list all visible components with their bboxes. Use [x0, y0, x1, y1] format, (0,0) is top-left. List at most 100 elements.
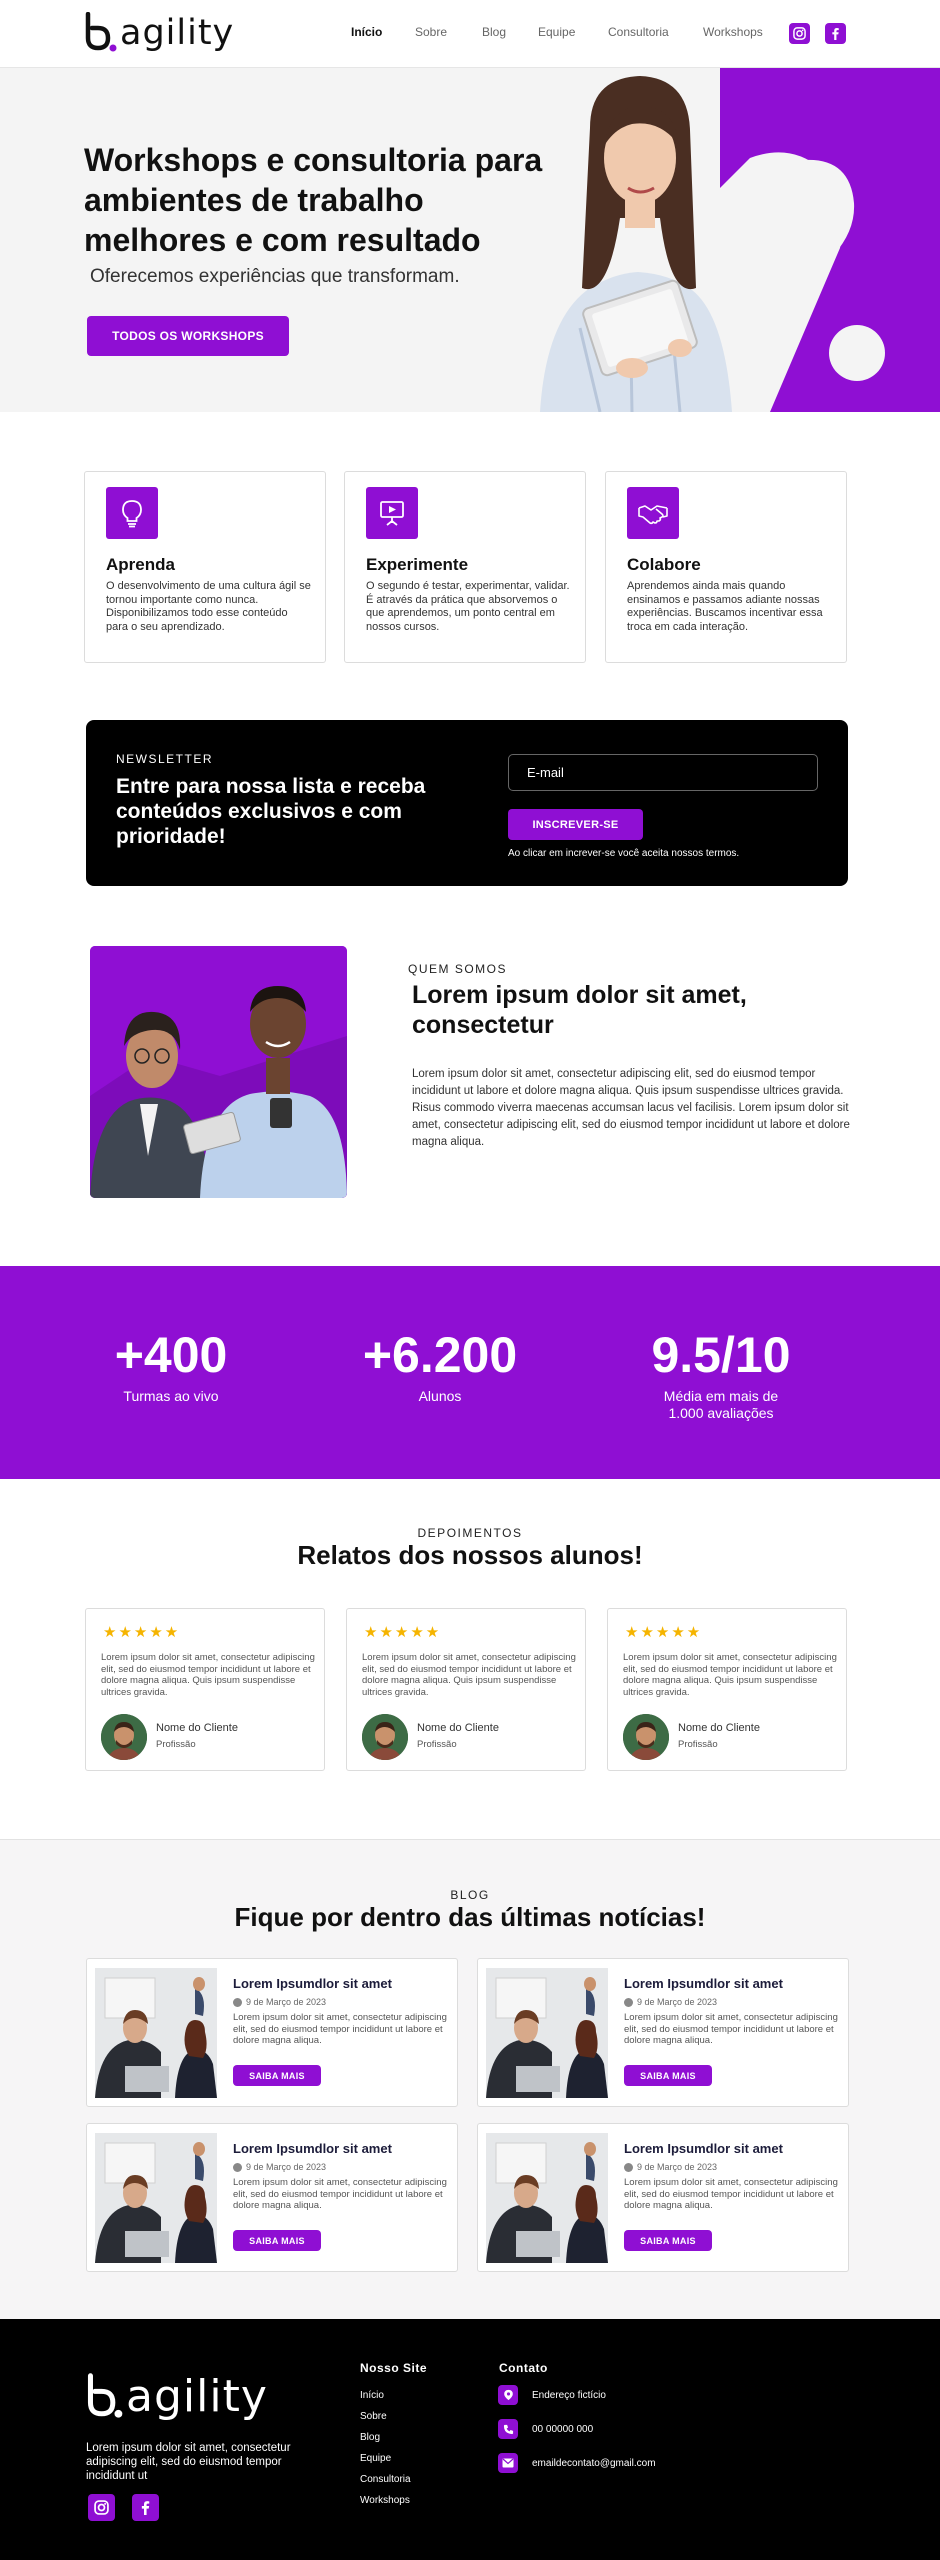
calendar-icon: [624, 2162, 633, 2172]
footer-brand-name: agility: [126, 2371, 268, 2422]
blog-image: [486, 1968, 608, 2098]
blog-card: Lorem Ipsumdlor sit amet 9 de Março de 2…: [86, 2123, 458, 2272]
blog-image: [95, 2133, 217, 2263]
client-role: Profissão: [417, 1739, 457, 1750]
feature-card-colabore: Colabore Aprendemos ainda mais quando en…: [605, 471, 847, 663]
client-role: Profissão: [156, 1739, 196, 1750]
brand-logo[interactable]: agility: [84, 12, 234, 54]
feature-icon-box: [366, 487, 418, 539]
testimonial-text: Lorem ipsum dolor sit amet, consectetur …: [362, 1652, 576, 1698]
nav-item-inicio[interactable]: Início: [351, 25, 382, 39]
newsletter-section: NEWSLETTER Entre para nossa lista e rece…: [86, 720, 848, 886]
team-photo: [90, 946, 347, 1198]
feature-card-aprenda: Aprenda O desenvolvimento de uma cultura…: [84, 471, 326, 663]
nav-item-sobre[interactable]: Sobre: [415, 25, 447, 39]
client-role: Profissão: [678, 1739, 718, 1750]
footer-link-consultoria[interactable]: Consultoria: [360, 2474, 411, 2485]
nav-item-consultoria[interactable]: Consultoria: [608, 25, 669, 39]
newsletter-kicker: NEWSLETTER: [116, 752, 214, 766]
blog-post-title[interactable]: Lorem Ipsumdlor sit amet: [624, 1976, 783, 1991]
brand-name: agility: [120, 13, 235, 53]
facebook-icon: [832, 28, 839, 40]
site-footer: agility Lorem ipsum dolor sit amet, cons…: [0, 2319, 940, 2560]
client-name: Nome do Cliente: [156, 1722, 238, 1734]
read-more-button[interactable]: SAIBA MAIS: [624, 2065, 712, 2086]
stat-alunos: +6.200 Alunos: [320, 1326, 560, 1405]
footer-link-blog[interactable]: Blog: [360, 2432, 380, 2443]
blog-date-text: 9 de Março de 2023: [637, 1997, 718, 2007]
blog-post-excerpt: Lorem ipsum dolor sit amet, consectetur …: [624, 2177, 838, 2211]
hero-subtitle: Oferecemos experiências que transformam.: [90, 266, 460, 287]
blog-post-date: 9 de Março de 2023: [624, 1997, 717, 2007]
stat-turmas: +400 Turmas ao vivo: [51, 1326, 291, 1405]
contact-phone-text: 00 00000 000: [532, 2423, 594, 2435]
nav-item-workshops[interactable]: Workshops: [703, 25, 763, 39]
avatar: [623, 1714, 669, 1760]
contact-email[interactable]: emaildecontato@gmail.com: [498, 2453, 656, 2473]
blog-date-text: 9 de Março de 2023: [246, 2162, 327, 2172]
subscribe-button[interactable]: INSCREVER-SE: [508, 809, 643, 840]
footer-description: Lorem ipsum dolor sit amet, consectetur …: [86, 2442, 291, 2482]
blog-card: Lorem Ipsumdlor sit amet 9 de Março de 2…: [477, 1958, 849, 2107]
blog-post-title[interactable]: Lorem Ipsumdlor sit amet: [624, 2141, 783, 2156]
footer-link-workshops[interactable]: Workshops: [360, 2495, 410, 2506]
footer-link-sobre[interactable]: Sobre: [360, 2411, 387, 2422]
about-image: [90, 946, 347, 1198]
read-more-button[interactable]: SAIBA MAIS: [624, 2230, 712, 2251]
stats-section: +400 Turmas ao vivo +6.200 Alunos 9.5/10…: [0, 1266, 940, 1479]
feature-title: Aprenda: [106, 555, 175, 574]
stat-label: Turmas ao vivo: [123, 1388, 219, 1404]
testimonial-card: ★★★★★ Lorem ipsum dolor sit amet, consec…: [607, 1608, 847, 1771]
blog-post-excerpt: Lorem ipsum dolor sit amet, consectetur …: [233, 2177, 447, 2211]
blog-date-text: 9 de Março de 2023: [637, 2162, 718, 2172]
rating-stars: ★★★★★: [364, 1624, 442, 1641]
footer-logo[interactable]: agility: [86, 2373, 268, 2421]
hero-section: Workshops e consultoria para ambientes d…: [0, 68, 940, 412]
footer-link-equipe[interactable]: Equipe: [360, 2453, 391, 2464]
newsletter-terms: Ao clicar em increver-se você aceita nos…: [508, 848, 740, 859]
header-instagram-button[interactable]: [789, 23, 810, 44]
phone-icon: [503, 2424, 513, 2434]
about-body: Lorem ipsum dolor sit amet, consectetur …: [412, 1068, 850, 1148]
feature-title: Experimente: [366, 555, 469, 574]
stat-value: +400: [114, 1327, 228, 1383]
rating-stars: ★★★★★: [625, 1624, 703, 1641]
nav-item-blog[interactable]: Blog: [482, 25, 506, 39]
header-facebook-button[interactable]: [825, 23, 846, 44]
feature-icon-box: [106, 487, 158, 539]
contact-address: Endereço fictício: [498, 2385, 606, 2405]
blog-image: [95, 1968, 217, 2098]
presentation-icon: [380, 501, 404, 526]
stat-value: +6.200: [362, 1327, 518, 1383]
footer-instagram-button[interactable]: [88, 2494, 115, 2521]
blog-post-date: 9 de Março de 2023: [233, 2162, 326, 2172]
footer-contact-heading: Contato: [499, 2361, 548, 2375]
footer-facebook-button[interactable]: [132, 2494, 159, 2521]
contact-email-text: emaildecontato@gmail.com: [532, 2457, 656, 2469]
testimonial-card: ★★★★★ Lorem ipsum dolor sit amet, consec…: [85, 1608, 325, 1771]
feature-text: O desenvolvimento de uma cultura ágil se…: [106, 580, 311, 633]
blog-kicker: BLOG: [450, 1888, 490, 1902]
stat-avaliacoes: 9.5/10 Média em mais de 1.000 avaliações: [601, 1326, 841, 1422]
footer-site-heading: Nosso Site: [360, 2361, 428, 2375]
blog-card: Lorem Ipsumdlor sit amet 9 de Março de 2…: [477, 2123, 849, 2272]
nav-item-equipe[interactable]: Equipe: [538, 25, 575, 39]
blog-post-title[interactable]: Lorem Ipsumdlor sit amet: [233, 2141, 392, 2156]
all-workshops-button[interactable]: TODOS OS WORKSHOPS: [87, 316, 289, 356]
avatar: [362, 1714, 408, 1760]
facebook-icon: [141, 2501, 150, 2515]
feature-text: Aprendemos ainda mais quando ensinamos e…: [627, 580, 823, 633]
hero-illustration: [540, 68, 940, 412]
blog-post-date: 9 de Março de 2023: [233, 1997, 326, 2007]
footer-link-inicio[interactable]: Início: [360, 2390, 384, 2401]
rating-stars: ★★★★★: [103, 1624, 181, 1641]
calendar-icon: [233, 1997, 242, 2007]
newsletter-email-input[interactable]: [508, 754, 818, 791]
hero-title: Workshops e consultoria para ambientes d…: [84, 142, 543, 258]
newsletter-title: Entre para nossa lista e receba conteúdo…: [116, 775, 426, 848]
read-more-button[interactable]: SAIBA MAIS: [233, 2230, 321, 2251]
contact-phone[interactable]: 00 00000 000: [498, 2419, 593, 2439]
blog-post-title[interactable]: Lorem Ipsumdlor sit amet: [233, 1976, 392, 1991]
blog-post-excerpt: Lorem ipsum dolor sit amet, consectetur …: [624, 2012, 838, 2046]
read-more-button[interactable]: SAIBA MAIS: [233, 2065, 321, 2086]
